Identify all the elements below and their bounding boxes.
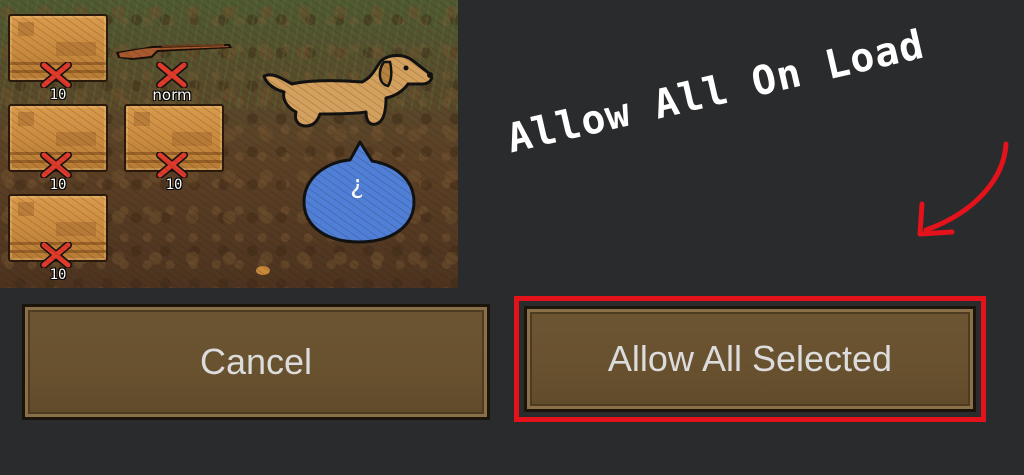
item-stack-crate[interactable]: 10 (124, 104, 224, 192)
red-arrow-icon (917, 141, 1009, 237)
stack-count-label: 10 (49, 87, 67, 103)
crate-icon (8, 104, 108, 172)
screenshot-root: 10 norm 10 10 10 ¿ Allow All On Load Can… (0, 0, 1024, 475)
stack-count-label: 10 (49, 267, 67, 283)
cancel-button[interactable]: Cancel (22, 304, 490, 420)
item-stack-crate[interactable]: 10 (8, 194, 108, 282)
forbidden-x-icon (40, 242, 72, 268)
annotation-text: Allow All On Load (502, 21, 929, 163)
allow-all-selected-button[interactable]: Allow All Selected (524, 306, 976, 412)
forbidden-x-icon (156, 62, 188, 88)
cancel-button-label: Cancel (199, 341, 313, 382)
stack-count-label: 10 (49, 177, 67, 193)
rifle-icon[interactable] (112, 36, 236, 66)
stack-count-label: 10 (165, 177, 183, 193)
crate-icon (8, 14, 108, 82)
allow-all-selected-label: Allow All Selected (607, 338, 893, 379)
item-stack-crate[interactable]: 10 (8, 14, 108, 102)
forbidden-x-icon (156, 152, 188, 178)
dog-icon[interactable] (258, 50, 440, 134)
item-stack-crate[interactable]: 10 (8, 104, 108, 192)
speech-bubble-icon (302, 140, 416, 244)
item-quality-label: norm (152, 86, 192, 104)
ground-pebble (256, 266, 270, 275)
forbidden-x-icon (40, 62, 72, 88)
forbidden-x-icon (40, 152, 72, 178)
crate-icon (8, 194, 108, 262)
speech-bubble-text: ¿ (350, 170, 364, 200)
game-map-view: 10 norm 10 10 10 ¿ (0, 0, 458, 288)
crate-icon (124, 104, 224, 172)
